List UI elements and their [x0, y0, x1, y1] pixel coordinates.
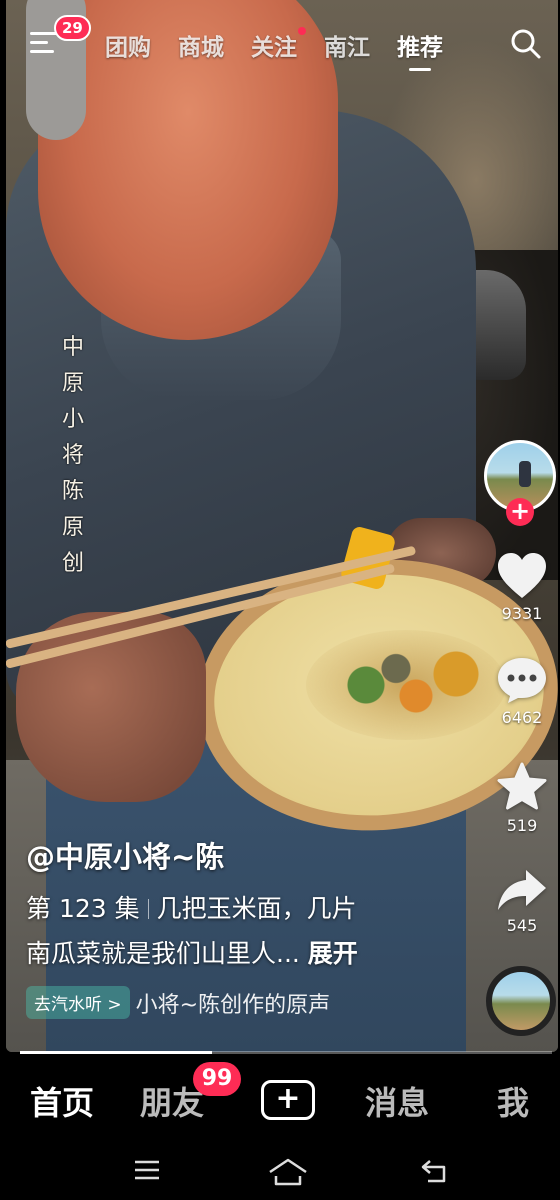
unread-dot — [298, 27, 306, 35]
music-row[interactable]: 去汽水听 > 小将~陈创作的原声 — [26, 986, 456, 1019]
watermark-char: 中 — [61, 335, 84, 360]
share-button[interactable]: 545 — [484, 868, 560, 935]
share-count: 545 — [506, 916, 538, 935]
like-count: 9331 — [501, 604, 543, 623]
watermark-char: 原 — [61, 515, 84, 540]
like-button[interactable]: 9331 — [484, 552, 560, 623]
open-in-qishui-chip[interactable]: 去汽水听 > — [26, 986, 130, 1019]
menu-icon-line — [30, 50, 54, 53]
episode-separator — [147, 899, 149, 919]
video-caption: @中原小将~陈 第 123 集几把玉米面，几片 南瓜菜就是我们山里人... 展开… — [26, 834, 456, 1019]
star-icon — [497, 762, 547, 810]
playback-progress-bar[interactable] — [20, 1051, 552, 1054]
friends-badge: 99 — [193, 1062, 241, 1096]
menu-button[interactable] — [30, 32, 58, 56]
watermark-char: 小 — [61, 407, 84, 432]
tab-following[interactable]: 关注 — [251, 27, 306, 62]
video-watermark: 中 原 小 将 陈 原 创 — [58, 330, 88, 582]
feed-tabs: 团购 商城 关注 南江 推荐 — [105, 27, 470, 71]
recent-apps-icon[interactable] — [133, 1158, 161, 1182]
search-icon[interactable] — [510, 28, 542, 60]
menu-icon-line — [30, 41, 48, 44]
comment-button[interactable]: 6462 — [484, 656, 560, 727]
nav-home[interactable]: 首页 — [30, 1078, 94, 1124]
description-text-1: 几把玉米面，几片 — [156, 894, 357, 923]
create-button[interactable]: + — [261, 1080, 315, 1120]
favorite-count: 519 — [506, 816, 538, 835]
tab-following-label: 关注 — [251, 35, 297, 61]
music-title: 小将~陈创作的原声 — [135, 992, 331, 1018]
tab-recommended[interactable]: 推荐 — [397, 28, 443, 71]
tab-local[interactable]: 南江 — [324, 28, 370, 62]
playback-progress-fill — [20, 1051, 212, 1054]
watermark-char: 原 — [61, 371, 84, 396]
music-disc[interactable] — [486, 966, 556, 1036]
nav-me[interactable]: 我 — [497, 1078, 529, 1124]
home-icon[interactable] — [268, 1158, 308, 1186]
video-scene-vegetables — [306, 630, 506, 740]
tab-mall[interactable]: 商城 — [178, 28, 224, 62]
top-bar: 29 团购 商城 关注 南江 推荐 — [0, 15, 560, 71]
favorite-button[interactable]: 519 — [484, 762, 560, 835]
nav-messages[interactable]: 消息 — [365, 1078, 429, 1124]
menu-notification-badge: 29 — [54, 15, 91, 41]
comment-count: 6462 — [501, 708, 543, 727]
share-arrow-icon — [498, 870, 546, 910]
tab-group-buy[interactable]: 团购 — [105, 28, 151, 62]
comment-icon — [498, 658, 546, 703]
follow-button[interactable]: + — [506, 498, 534, 526]
description-text-2: 南瓜菜就是我们山里人... — [26, 939, 300, 968]
watermark-char: 将 — [61, 443, 84, 468]
video-description: 第 123 集几把玉米面，几片 南瓜菜就是我们山里人... 展开 — [26, 886, 456, 976]
author-name[interactable]: @中原小将~陈 — [26, 834, 456, 876]
system-nav-bar — [0, 1146, 560, 1200]
avatar-figure — [519, 461, 531, 487]
expand-button[interactable]: 展开 — [308, 939, 358, 968]
watermark-char: 陈 — [61, 479, 84, 504]
back-icon[interactable] — [420, 1158, 450, 1184]
episode-label: 第 123 集 — [26, 894, 140, 923]
heart-icon — [498, 553, 546, 598]
watermark-char: 创 — [61, 551, 84, 576]
bottom-nav: 首页 朋友 99 + 消息 我 — [0, 1060, 560, 1146]
